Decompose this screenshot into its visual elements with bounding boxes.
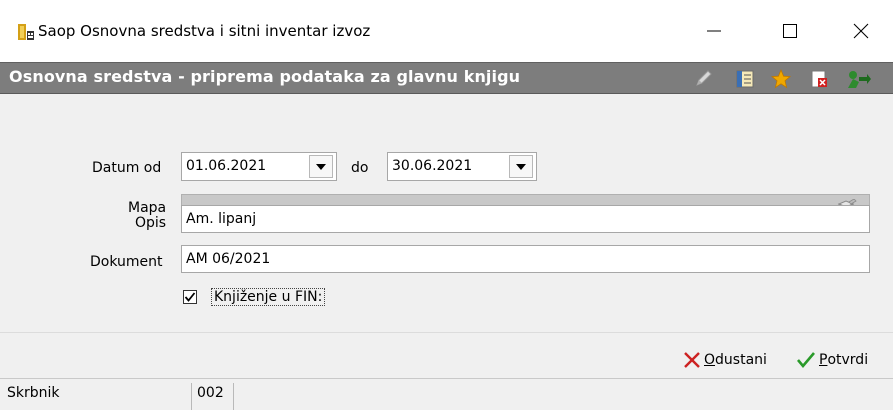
form-body: Datum od 01.06.2021 do 30.06.2021 Mapa O…	[0, 94, 893, 332]
posting-checkbox[interactable]	[183, 290, 197, 304]
status-separator	[233, 383, 234, 410]
cancel-mnemonic: O	[704, 352, 716, 368]
date-to-field[interactable]: 30.06.2021	[387, 152, 537, 181]
status-separator	[191, 383, 192, 410]
document-field[interactable]: AM 06/2021	[181, 245, 870, 273]
delete-icon[interactable]	[808, 68, 830, 90]
button-bar: Odustani Potvrdi	[0, 332, 893, 378]
description-label: Opis	[135, 215, 167, 231]
minimize-button[interactable]	[691, 14, 737, 48]
folder-label: Mapa	[128, 200, 167, 216]
chevron-down-icon	[316, 163, 326, 170]
date-to-label: do	[351, 160, 369, 176]
status-value: 002	[197, 385, 224, 401]
form-title: Osnovna sredstva - priprema podataka za …	[9, 67, 521, 86]
description-field[interactable]: Am. lipanj	[181, 205, 870, 233]
date-from-label: Datum od	[92, 160, 162, 176]
form-header: Osnovna sredstva - priprema podataka za …	[0, 62, 893, 94]
edit-icon[interactable]	[693, 68, 715, 90]
maximize-button[interactable]	[767, 14, 813, 48]
status-label: Skrbnik	[7, 385, 60, 401]
star-icon[interactable]	[770, 68, 792, 90]
date-from-field[interactable]: 01.06.2021	[181, 152, 337, 181]
close-icon	[853, 23, 869, 39]
cancel-label: dustani	[715, 352, 767, 368]
chevron-down-icon	[516, 163, 526, 170]
minimize-icon	[707, 30, 721, 32]
checkmark-icon	[797, 352, 815, 369]
cancel-icon	[684, 352, 700, 368]
close-button[interactable]	[838, 14, 884, 48]
window-title: Saop Osnovna sredstva i sitni inventar i…	[38, 22, 371, 40]
columns-icon[interactable]	[734, 68, 756, 90]
confirm-button[interactable]: Potvrdi	[796, 349, 868, 371]
confirm-mnemonic: P	[819, 352, 828, 368]
status-bar: Skrbnik 002	[0, 378, 893, 410]
description-value: Am. lipanj	[186, 211, 257, 227]
date-from-value: 01.06.2021	[186, 158, 267, 174]
checkmark-icon	[184, 292, 196, 302]
window-titlebar: Saop Osnovna sredstva i sitni inventar i…	[0, 0, 893, 62]
app-icon	[17, 23, 35, 41]
document-value: AM 06/2021	[186, 251, 271, 267]
document-label: Dokument	[90, 254, 163, 270]
maximize-icon	[783, 24, 797, 38]
date-to-dropdown[interactable]	[509, 155, 533, 178]
posting-label[interactable]: Knjiženje u FIN:	[211, 288, 326, 306]
date-to-value: 30.06.2021	[392, 158, 473, 174]
date-from-dropdown[interactable]	[309, 155, 333, 178]
exit-icon[interactable]	[845, 68, 871, 90]
confirm-label: otvrdi	[827, 352, 869, 368]
cancel-button[interactable]: Odustani	[683, 349, 767, 371]
